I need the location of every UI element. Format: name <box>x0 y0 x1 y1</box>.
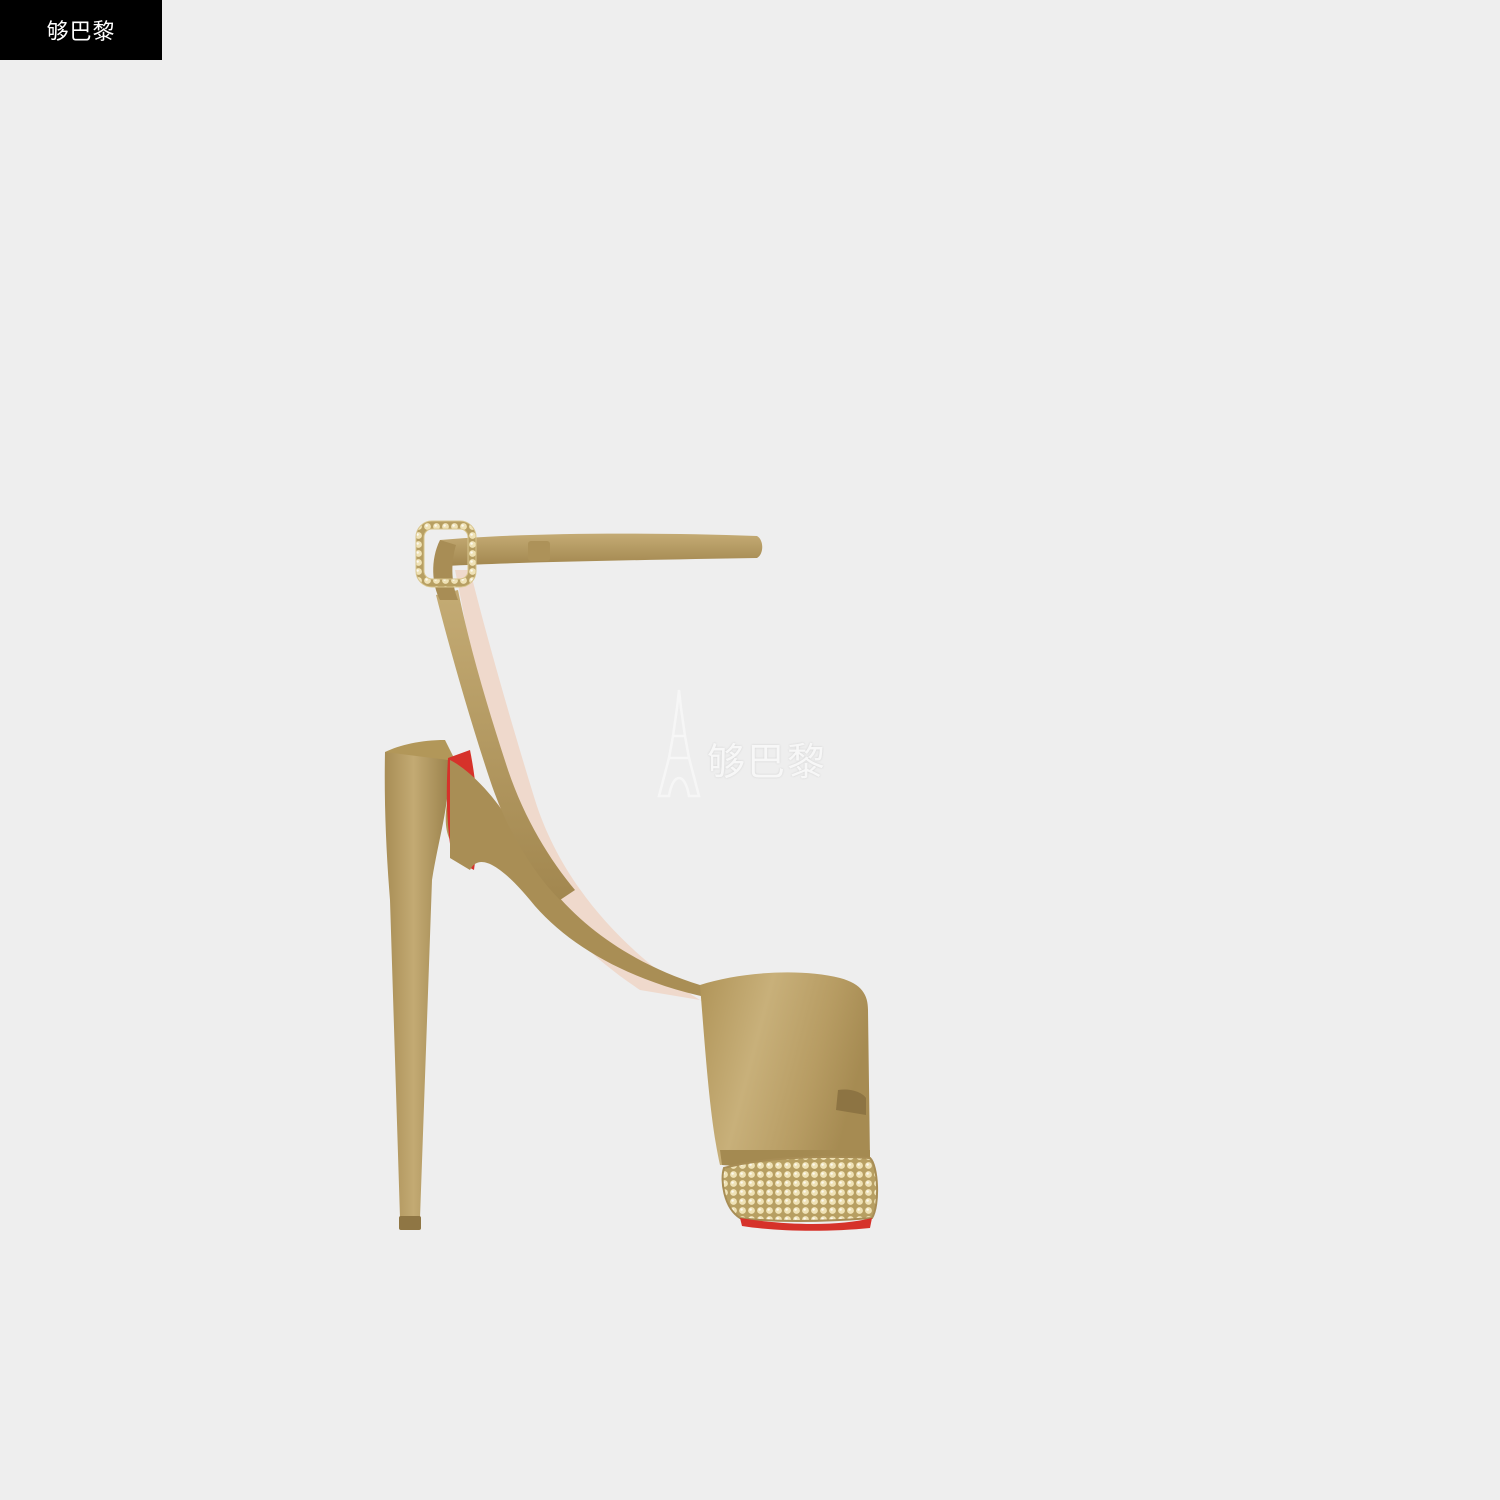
brand-badge: 够巴黎 <box>0 0 162 60</box>
brand-badge-text: 够巴黎 <box>46 20 116 45</box>
ankle-strap-loop <box>433 533 763 600</box>
vamp <box>700 972 870 1165</box>
product-page: 够巴黎 够巴黎 <box>0 0 1500 1500</box>
eiffel-tower-icon <box>657 689 701 798</box>
watermark: 够巴黎 <box>655 688 827 798</box>
crystal-platform <box>721 1155 879 1231</box>
watermark-text: 够巴黎 <box>707 739 828 784</box>
heel <box>384 752 449 1230</box>
strap-keeper <box>528 541 550 561</box>
